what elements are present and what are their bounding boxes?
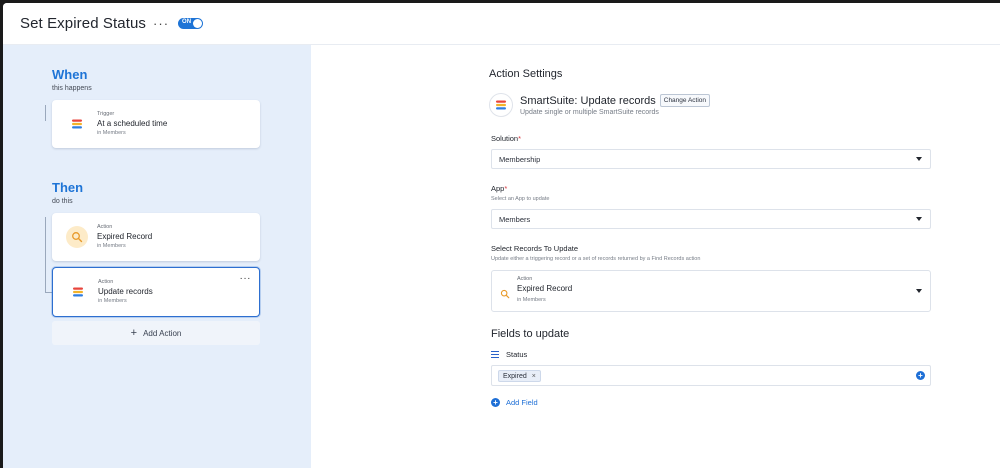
app-frame: Set Expired Status ··· ON When this happ… xyxy=(3,3,1000,468)
app-hint: Select an App to update xyxy=(491,196,550,202)
add-value-icon[interactable]: + xyxy=(916,371,925,380)
action-sub: in Members xyxy=(98,298,127,304)
action-card-expired-record[interactable]: Action Expired Record in Members xyxy=(52,213,260,261)
app-description: Update single or multiple SmartSuite rec… xyxy=(520,109,659,116)
connector-line xyxy=(45,217,46,293)
top-header: Set Expired Status ··· ON xyxy=(3,3,1000,45)
remove-tag-icon[interactable]: × xyxy=(532,373,536,380)
toggle-knob xyxy=(193,19,203,28)
app-select[interactable]: Members xyxy=(491,209,931,229)
add-action-button[interactable]: + Add Action xyxy=(52,321,260,345)
app-action-title: SmartSuite: Update records Change Action xyxy=(520,94,711,107)
fields-title: Fields to update xyxy=(491,328,570,340)
caret-down-icon xyxy=(916,217,922,221)
connector-line xyxy=(45,105,46,121)
records-hint: Update either a triggering record or a s… xyxy=(491,256,701,262)
connector-line xyxy=(45,292,52,293)
search-icon xyxy=(66,226,88,248)
when-title: When xyxy=(52,67,88,82)
workflow-title[interactable]: Set Expired Status xyxy=(20,15,146,32)
trigger-sub: in Members xyxy=(97,130,126,136)
records-name: Expired Record xyxy=(517,284,573,293)
add-field-button[interactable]: + Add Field xyxy=(491,398,538,407)
plus-circle-icon: + xyxy=(491,398,500,407)
change-action-button[interactable]: Change Action xyxy=(659,94,711,107)
search-icon xyxy=(500,286,510,304)
solution-label: Solution* xyxy=(491,134,522,143)
settings-title: Action Settings xyxy=(489,68,563,80)
plus-icon: + xyxy=(130,327,138,339)
trigger-name: At a scheduled time xyxy=(97,119,168,128)
solution-value: Membership xyxy=(499,154,541,164)
card-more-icon[interactable]: ··· xyxy=(240,274,252,284)
solution-select[interactable]: Membership xyxy=(491,149,931,169)
toggle-label: ON xyxy=(182,19,192,25)
records-sub: in Members xyxy=(517,297,546,303)
smartsuite-logo-icon xyxy=(489,93,513,117)
action-name: Update records xyxy=(98,287,153,296)
records-label: Select Records To Update xyxy=(491,244,578,253)
action-kind: Action xyxy=(98,279,114,285)
trigger-card[interactable]: Trigger At a scheduled time in Members xyxy=(52,100,260,148)
add-field-label: Add Field xyxy=(506,398,538,407)
caret-down-icon xyxy=(916,157,922,161)
app-name: SmartSuite: xyxy=(520,94,578,107)
status-field-row: Status xyxy=(491,350,527,359)
status-value-input[interactable]: Expired × + xyxy=(491,365,931,386)
ellipsis-icon[interactable]: ··· xyxy=(153,17,169,30)
records-select[interactable]: Action Expired Record in Members xyxy=(491,270,931,312)
action-kind: Action xyxy=(97,224,113,230)
workflow-panel: When this happens Trigger At a scheduled… xyxy=(3,45,311,468)
status-tag-label: Expired xyxy=(503,372,527,380)
drag-handle-icon[interactable] xyxy=(491,351,499,359)
then-subtitle: do this xyxy=(52,198,73,205)
action-name: Expired Record xyxy=(97,232,153,241)
app-value: Members xyxy=(499,214,531,224)
trigger-kind: Trigger xyxy=(97,111,115,117)
then-title: Then xyxy=(52,180,84,195)
add-action-label: Add Action xyxy=(143,328,182,338)
when-subtitle: this happens xyxy=(52,85,92,92)
smartsuite-logo-icon xyxy=(67,281,89,303)
action-settings-panel: Action Settings SmartSuite: Update recor… xyxy=(311,45,1000,468)
smartsuite-logo-icon xyxy=(66,113,88,135)
records-kind: Action xyxy=(517,276,533,282)
action-card-update-records[interactable]: Action Update records in Members ··· xyxy=(52,267,260,317)
status-field-label: Status xyxy=(506,350,528,359)
status-tag: Expired × xyxy=(498,370,541,382)
caret-down-icon xyxy=(916,289,922,293)
action-sub: in Members xyxy=(97,243,126,249)
app-action: Update records xyxy=(580,94,656,107)
app-label: App* xyxy=(491,184,508,193)
active-toggle[interactable]: ON xyxy=(178,18,204,29)
